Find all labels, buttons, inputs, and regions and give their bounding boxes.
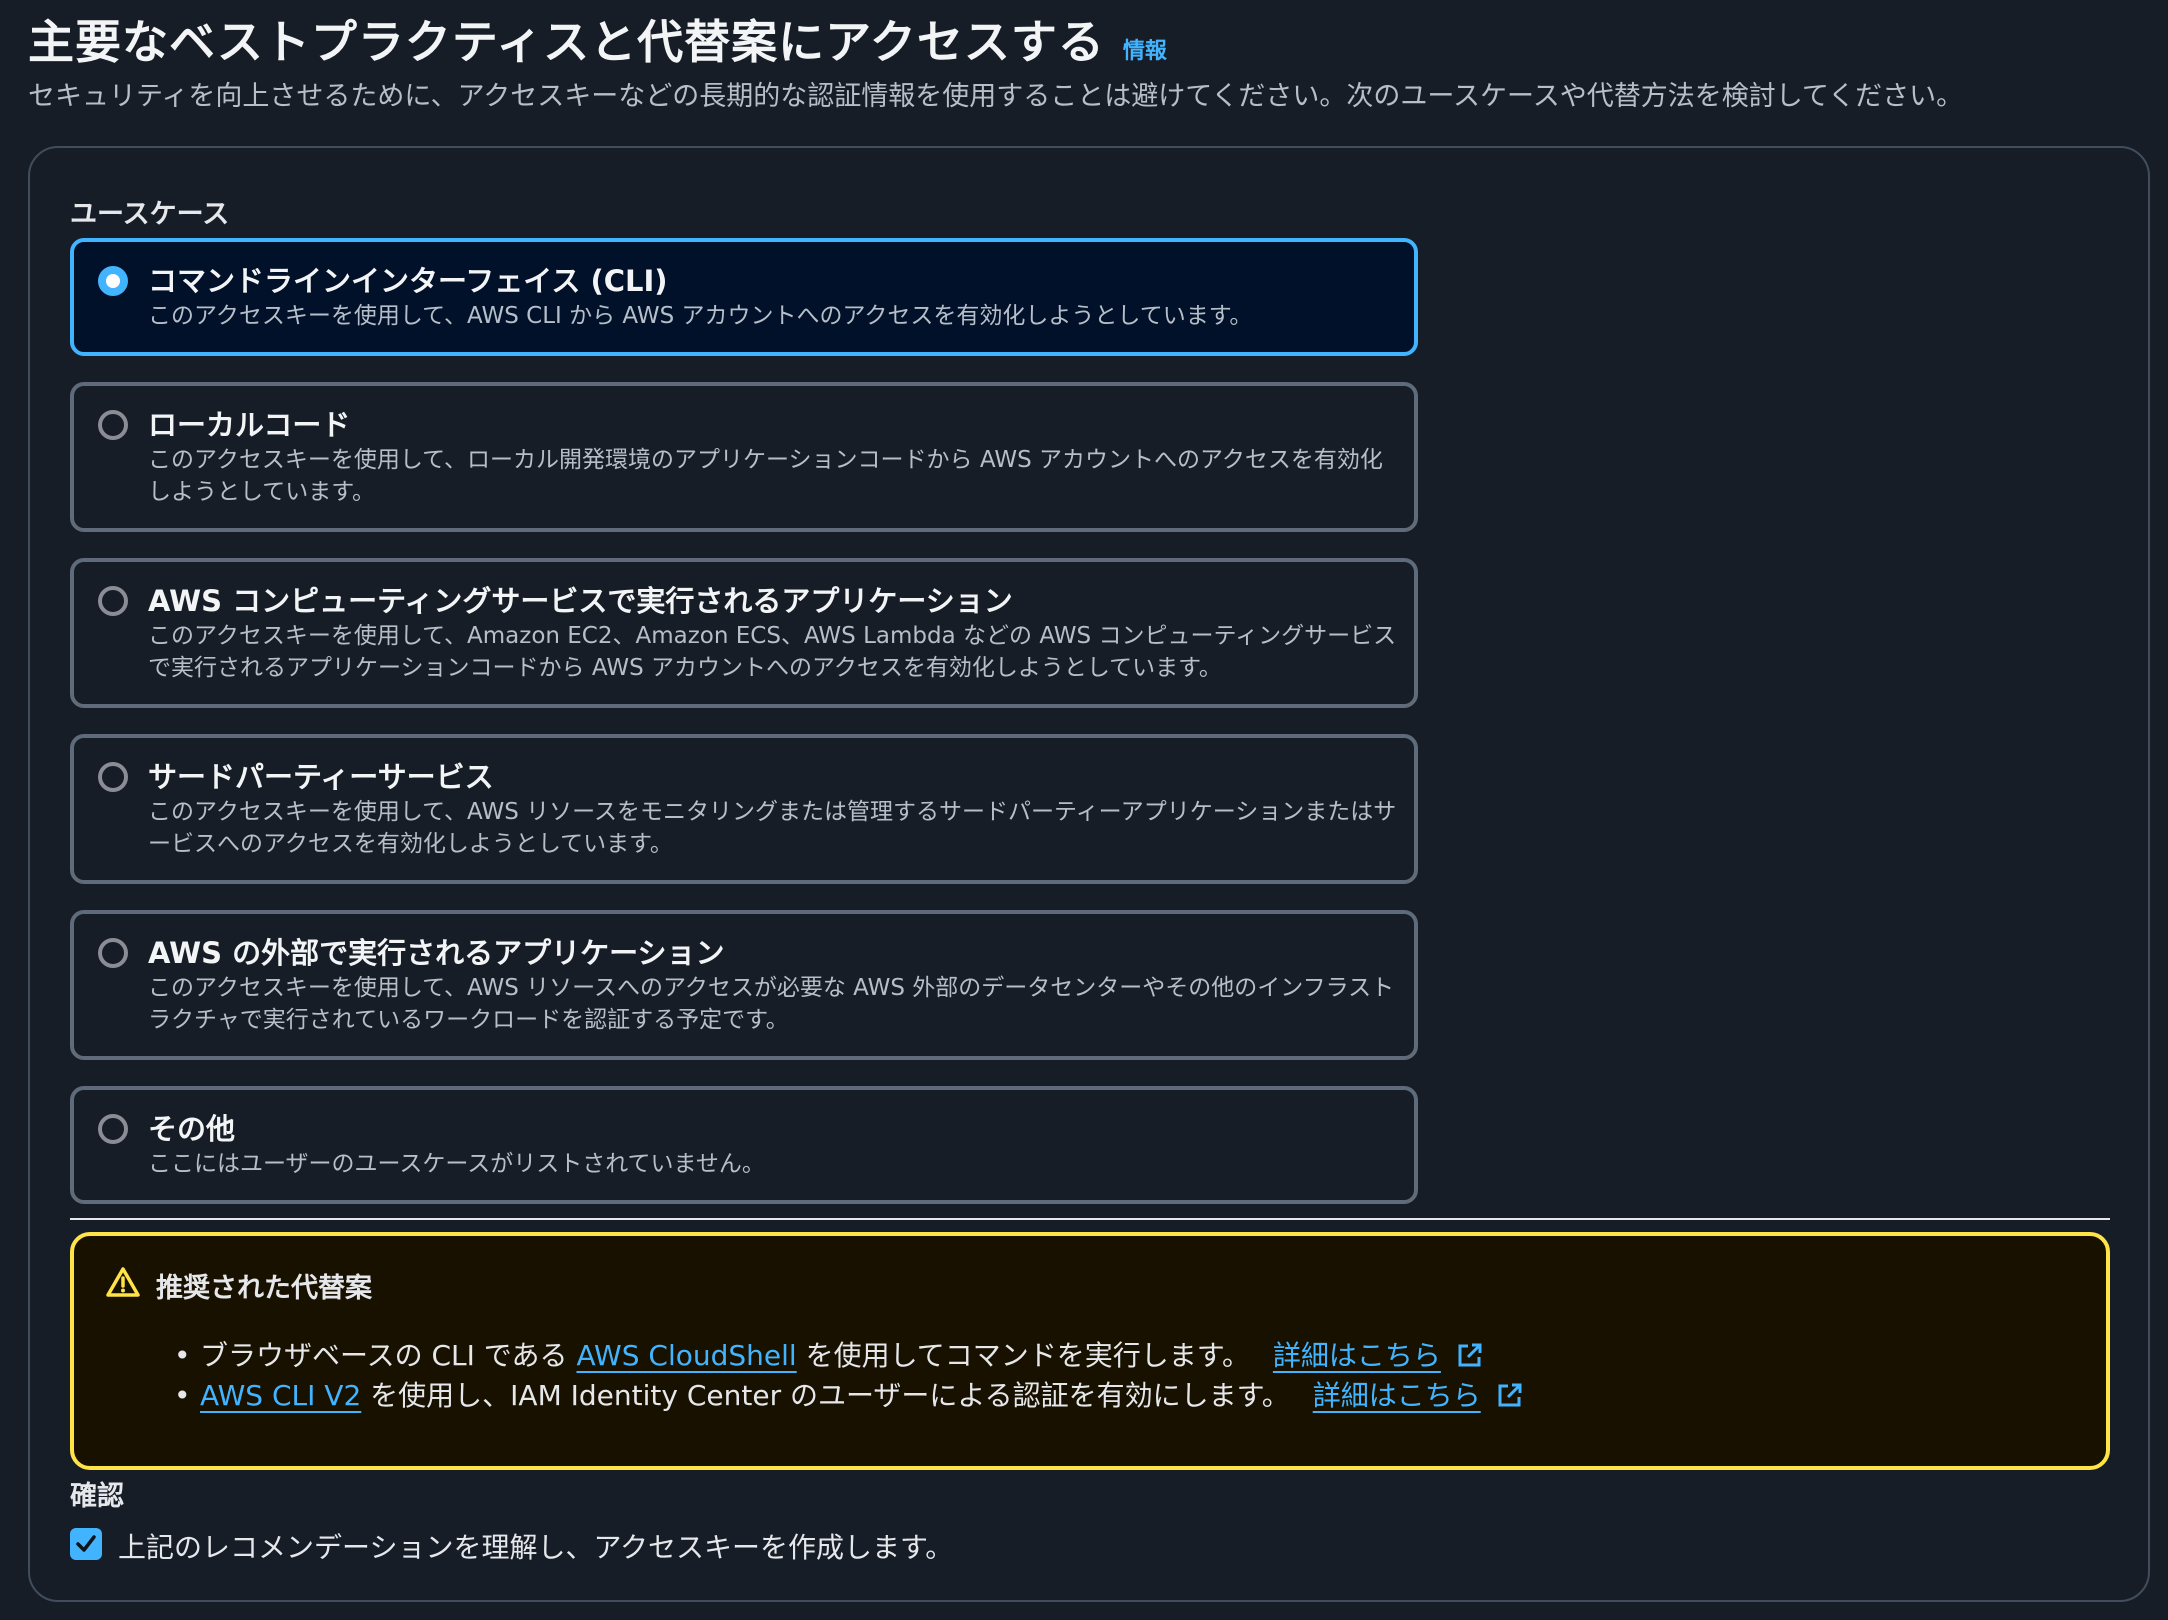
alternative-text: を使用してコマンドを実行します。 xyxy=(796,1339,1250,1372)
use-case-option-description: このアクセスキーを使用して、Amazon EC2、Amazon ECS、AWS … xyxy=(148,623,1397,681)
external-link-icon[interactable] xyxy=(1496,1381,1524,1409)
aws-cli-v2-link[interactable]: AWS CLI V2 xyxy=(200,1379,361,1412)
alternative-text: ブラウザベースの CLI である xyxy=(200,1339,577,1372)
use-case-option-other[interactable]: その他 ここにはユーザーのユースケースがリストされていません。 xyxy=(70,1086,1418,1204)
radio-button-selected[interactable] xyxy=(98,266,128,296)
list-item: AWS CLI V2 を使用し、IAM Identity Center のユーザ… xyxy=(174,1376,1524,1416)
learn-more-link[interactable]: 詳細はこちら xyxy=(1313,1379,1481,1412)
external-link-icon[interactable] xyxy=(1456,1341,1484,1369)
use-case-option-local-code[interactable]: ローカルコード このアクセスキーを使用して、ローカル開発環境のアプリケーションコ… xyxy=(70,382,1418,532)
alert-title: 推奨された代替案 xyxy=(156,1273,372,1304)
confirmation-label: 確認 xyxy=(70,1481,124,1512)
radio-button[interactable] xyxy=(98,1114,128,1144)
page-title: 主要なベストプラクティスと代替案にアクセスする xyxy=(28,15,1105,69)
divider xyxy=(70,1218,2110,1220)
page: 主要なベストプラクティスと代替案にアクセスする 情報 セキュリティを向上させるた… xyxy=(0,0,2168,1620)
recommended-alternatives-alert: 推奨された代替案 ブラウザベースの CLI である AWS CloudShell… xyxy=(70,1232,2110,1470)
use-case-option-title: AWS の外部で実行されるアプリケーション xyxy=(148,936,725,970)
use-case-option-aws-compute[interactable]: AWS コンピューティングサービスで実行されるアプリケーション このアクセスキー… xyxy=(70,558,1418,708)
use-case-option-description: ここにはユーザーのユースケースがリストされていません。 xyxy=(148,1151,765,1177)
use-case-option-title: サードパーティーサービス xyxy=(148,760,494,794)
alternatives-list: ブラウザベースの CLI である AWS CloudShell を使用してコマン… xyxy=(174,1336,1524,1416)
warning-icon xyxy=(106,1267,140,1297)
use-case-option-cli[interactable]: コマンドラインインターフェイス (CLI) このアクセスキーを使用して、AWS … xyxy=(70,238,1418,356)
cloudshell-link[interactable]: AWS CloudShell xyxy=(576,1339,796,1372)
learn-more-link[interactable]: 詳細はこちら xyxy=(1273,1339,1441,1372)
use-case-option-description: このアクセスキーを使用して、ローカル開発環境のアプリケーションコードから AWS… xyxy=(148,447,1383,505)
alternative-text: を使用し、IAM Identity Center のユーザーによる認証を有効にし… xyxy=(361,1379,1290,1412)
use-case-option-title: ローカルコード xyxy=(148,408,351,442)
list-item: ブラウザベースの CLI である AWS CloudShell を使用してコマン… xyxy=(174,1336,1524,1376)
use-case-option-title: AWS コンピューティングサービスで実行されるアプリケーション xyxy=(148,584,1013,618)
check-icon xyxy=(76,1535,96,1552)
use-case-option-third-party[interactable]: サードパーティーサービス このアクセスキーを使用して、AWS リソースをモニタリ… xyxy=(70,734,1418,884)
use-case-panel: ユースケース コマンドラインインターフェイス (CLI) このアクセスキーを使用… xyxy=(28,146,2150,1602)
use-case-label: ユースケース xyxy=(70,199,230,230)
radio-button[interactable] xyxy=(98,938,128,968)
use-case-option-title: コマンドラインインターフェイス (CLI) xyxy=(148,264,668,298)
confirmation-checkbox-label[interactable]: 上記のレコメンデーションを理解し、アクセスキーを作成します。 xyxy=(118,1526,953,1566)
confirmation-checkbox[interactable] xyxy=(70,1528,102,1560)
use-case-option-outside-aws[interactable]: AWS の外部で実行されるアプリケーション このアクセスキーを使用して、AWS … xyxy=(70,910,1418,1060)
use-case-option-description: このアクセスキーを使用して、AWS CLI から AWS アカウントへのアクセス… xyxy=(148,303,1253,329)
info-link[interactable]: 情報 xyxy=(1123,33,1167,65)
use-case-option-title: その他 xyxy=(148,1112,236,1146)
use-case-option-description: このアクセスキーを使用して、AWS リソースをモニタリングまたは管理するサードパ… xyxy=(148,799,1397,857)
page-description: セキュリティを向上させるために、アクセスキーなどの長期的な認証情報を使用すること… xyxy=(28,81,1964,112)
radio-button[interactable] xyxy=(98,762,128,792)
radio-button[interactable] xyxy=(98,586,128,616)
radio-button[interactable] xyxy=(98,410,128,440)
page-header: 主要なベストプラクティスと代替案にアクセスする 情報 xyxy=(28,6,1167,72)
use-case-option-description: このアクセスキーを使用して、AWS リソースへのアクセスが必要な AWS 外部の… xyxy=(148,975,1395,1033)
